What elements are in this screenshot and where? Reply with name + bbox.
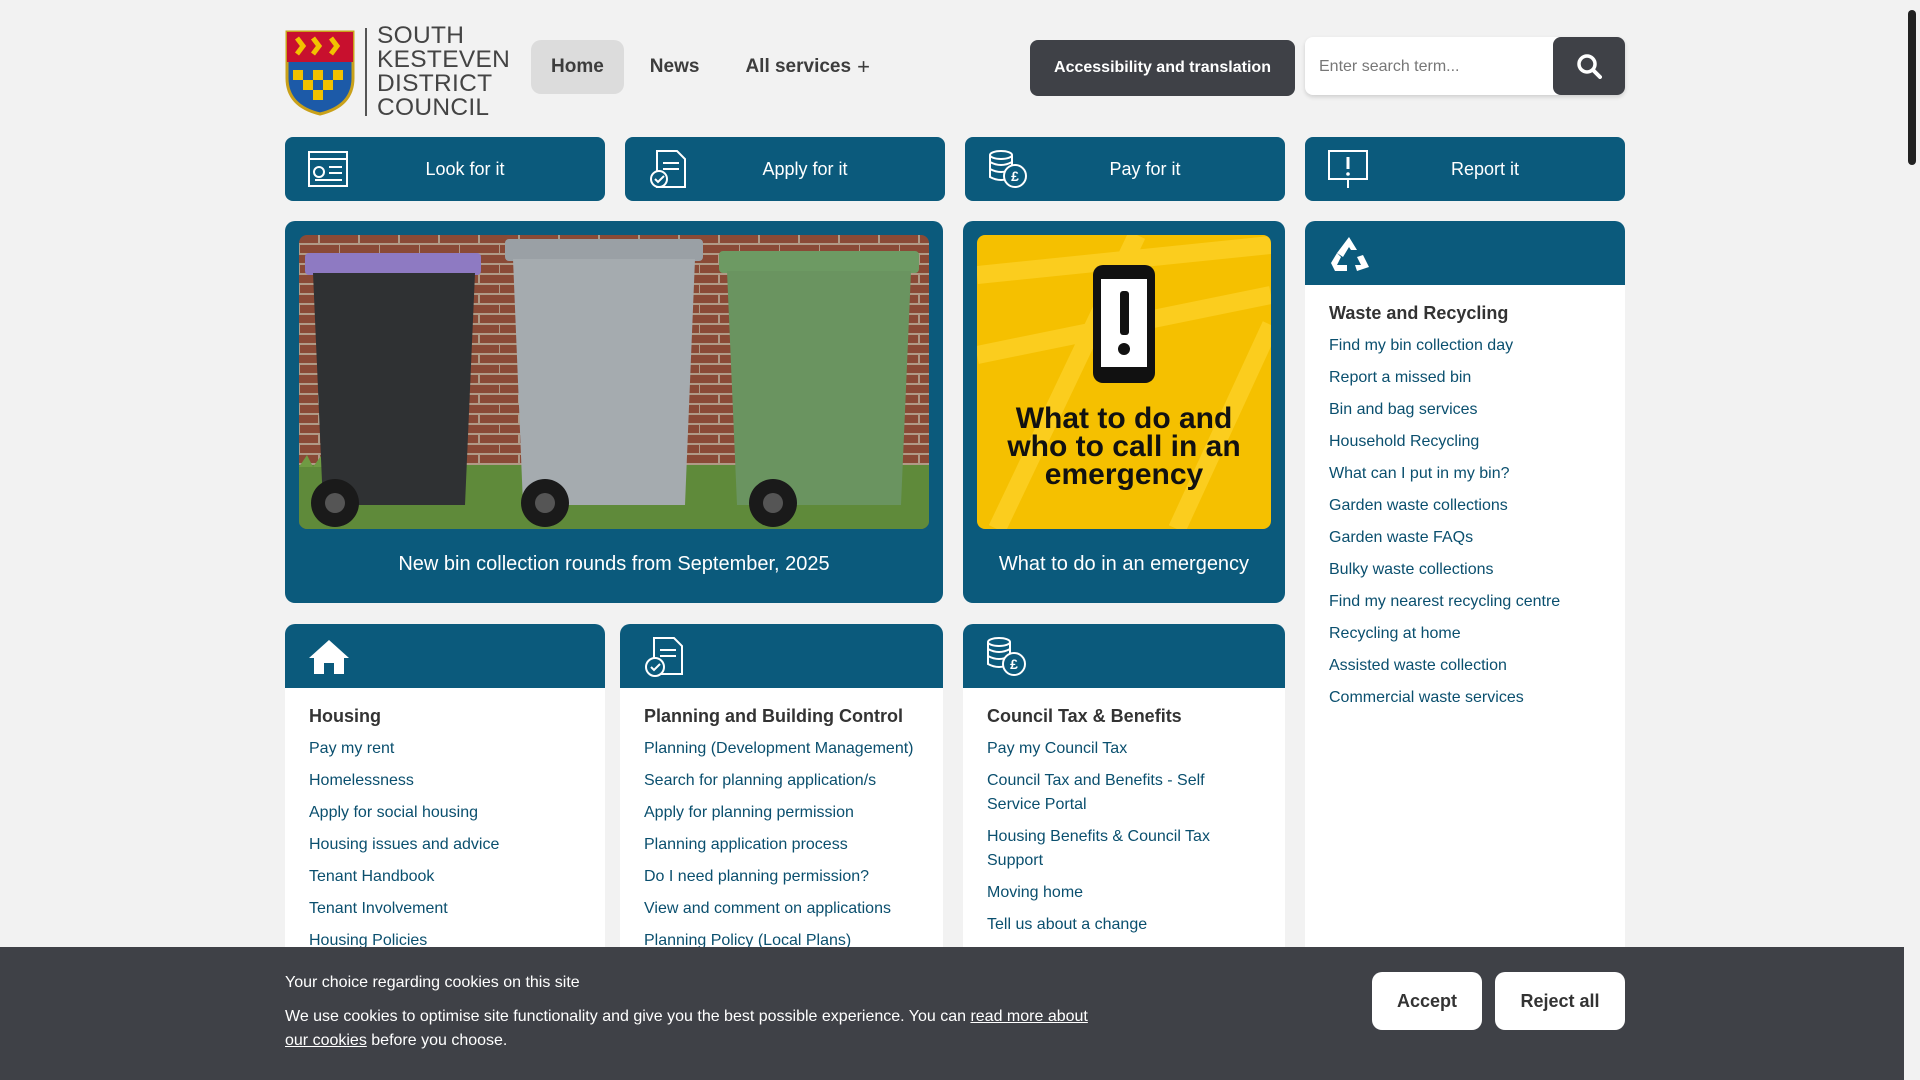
logo-divider	[365, 28, 367, 116]
list-item[interactable]: Apply for social housing	[309, 801, 581, 825]
card-title: Housing	[309, 706, 381, 726]
house-icon	[309, 640, 349, 674]
card-header	[1305, 221, 1625, 285]
scrollbar-thumb[interactable]	[1908, 10, 1916, 165]
list-item[interactable]: Commercial waste services	[1329, 686, 1601, 710]
card-title: Planning and Building Control	[644, 706, 903, 726]
list-item[interactable]: Assisted waste collection	[1329, 654, 1601, 678]
tile-label: Apply for it	[762, 158, 848, 179]
wheelie-bins-image	[299, 235, 929, 529]
nav-home[interactable]: Home	[531, 40, 624, 94]
list-item[interactable]: Bulky waste collections	[1329, 558, 1601, 582]
card-title: Council Tax & Benefits	[987, 706, 1182, 726]
list-item[interactable]: Housing issues and advice	[309, 833, 581, 857]
cookie-banner: Your choice regarding cookies on this si…	[0, 947, 1904, 1080]
list-item[interactable]: Homelessness	[309, 769, 581, 793]
cookie-text: We use cookies to optimise site function…	[285, 1008, 1088, 1049]
reject-cookies-button[interactable]: Reject all	[1495, 972, 1625, 1030]
list-item[interactable]: Housing Benefits & Council Tax Support	[987, 825, 1261, 873]
page-scrollbar[interactable]	[1904, 0, 1920, 1080]
recycle-icon	[1331, 237, 1369, 271]
search-box	[1305, 37, 1625, 97]
list-item[interactable]: View and comment on applications	[644, 897, 919, 921]
planning-links: Planning (Development Management) Search…	[620, 737, 943, 953]
accessibility-translation-button[interactable]: Accessibility and translation	[1030, 40, 1295, 96]
waste-links: Find my bin collection day Report a miss…	[1305, 334, 1625, 710]
tax-links: Pay my Council Tax Council Tax and Benef…	[963, 737, 1285, 937]
bin-rounds-feature[interactable]: New bin collection rounds from September…	[285, 221, 943, 603]
list-item[interactable]: Pay my Council Tax	[987, 737, 1261, 761]
list-item[interactable]: Moving home	[987, 881, 1261, 905]
tile-label: Look for it	[425, 158, 505, 179]
list-item[interactable]: Tenant Involvement	[309, 897, 581, 921]
card-header	[620, 624, 943, 688]
emergency-poster-image: What to do and who to call in an emergen…	[977, 235, 1271, 529]
search-input[interactable]	[1317, 37, 1551, 97]
list-item[interactable]: Find my nearest recycling centre	[1329, 590, 1601, 614]
list-item[interactable]: Pay my rent	[309, 737, 581, 761]
list-item[interactable]: Recycling at home	[1329, 622, 1601, 646]
plus-icon: +	[857, 54, 870, 79]
apply-for-it-tile[interactable]: Apply for it	[625, 137, 945, 201]
coins-pound-icon: £	[987, 637, 1026, 676]
housing-links: Pay my rent Homelessness Apply for socia…	[285, 737, 605, 953]
list-item[interactable]: Planning (Development Management)	[644, 737, 919, 761]
list-item[interactable]: Find my bin collection day	[1329, 334, 1601, 358]
report-it-tile[interactable]: Report it	[1305, 137, 1625, 201]
svg-text:£: £	[1010, 656, 1018, 672]
form-check-icon	[645, 637, 683, 677]
card-title: Waste and Recycling	[1329, 303, 1509, 323]
look-for-it-tile[interactable]: Look for it	[285, 137, 605, 201]
nav-news[interactable]: News	[630, 40, 720, 94]
cookie-title: Your choice regarding cookies on this si…	[285, 974, 580, 991]
list-item[interactable]: Garden waste FAQs	[1329, 526, 1601, 550]
list-item[interactable]: Household Recycling	[1329, 430, 1601, 454]
list-item[interactable]: Council Tax and Benefits - Self Service …	[987, 769, 1261, 817]
card-header	[285, 624, 605, 688]
council-logo[interactable]: SOUTH KESTEVEN DISTRICT COUNCIL	[285, 22, 511, 121]
tile-label: Pay for it	[1109, 158, 1181, 179]
list-item[interactable]: Tell us about a change	[987, 913, 1261, 937]
list-item[interactable]: Search for planning application/s	[644, 769, 919, 793]
tile-label: Report it	[1450, 158, 1520, 179]
list-item[interactable]: Tenant Handbook	[309, 865, 581, 889]
list-item[interactable]: Planning application process	[644, 833, 919, 857]
council-name: SOUTH KESTEVEN DISTRICT COUNCIL	[377, 22, 511, 121]
council-crest-icon	[285, 30, 355, 116]
feature-caption: New bin collection rounds from September…	[398, 553, 830, 575]
list-item[interactable]: Do I need planning permission?	[644, 865, 919, 889]
list-item[interactable]: Garden waste collections	[1329, 494, 1601, 518]
poster-line-3: emergency	[1045, 458, 1204, 491]
waste-recycling-card: Waste and Recycling Find my bin collecti…	[1305, 221, 1625, 961]
accept-cookies-button[interactable]: Accept	[1372, 972, 1482, 1030]
list-item[interactable]: Bin and bag services	[1329, 398, 1601, 422]
search-button[interactable]	[1553, 37, 1625, 95]
main-nav: Home News All services +	[531, 40, 890, 94]
list-item[interactable]: Apply for planning permission	[644, 801, 919, 825]
pay-for-it-tile[interactable]: £ Pay for it	[965, 137, 1285, 201]
list-item[interactable]: Report a missed bin	[1329, 366, 1601, 390]
nav-all-services[interactable]: All services +	[725, 40, 890, 94]
card-header: £	[963, 624, 1285, 688]
search-icon	[1577, 54, 1602, 79]
feature-caption: What to do in an emergency	[998, 553, 1250, 575]
list-item[interactable]: What can I put in my bin?	[1329, 462, 1601, 486]
emergency-feature[interactable]: What to do and who to call in an emergen…	[963, 221, 1285, 603]
